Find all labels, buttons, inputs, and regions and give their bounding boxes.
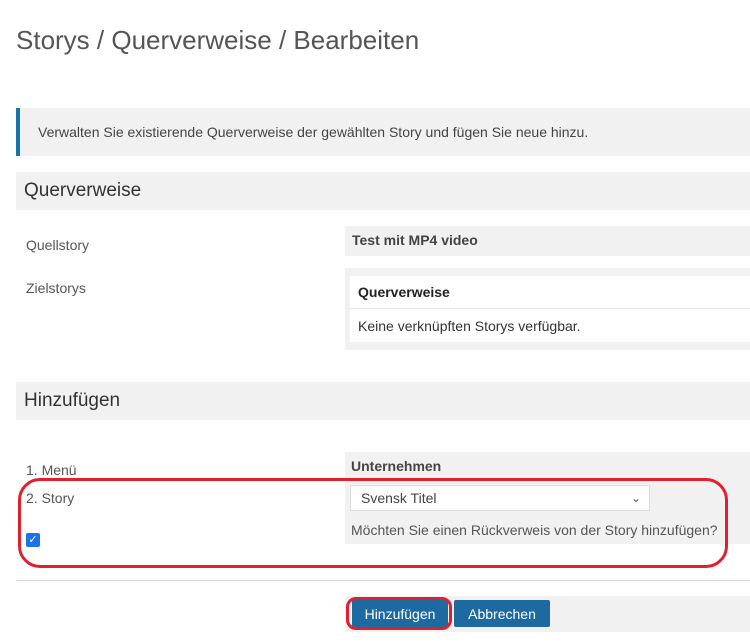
chevron-down-icon: ⌄: [630, 491, 641, 505]
backref-question: Möchten Sie einen Rückverweis von der St…: [351, 522, 718, 538]
source-story-value: Test mit MP4 video: [352, 232, 478, 248]
cancel-button[interactable]: Abbrechen: [454, 600, 550, 627]
crossrefs-card-title: Querverweise: [350, 276, 750, 309]
add-heading: Hinzufügen: [16, 382, 750, 420]
crossrefs-empty-text: Keine verknüpften Storys verfügbar.: [358, 318, 581, 334]
info-banner: Verwalten Sie existierende Querverweise …: [16, 108, 750, 156]
menu-value: Unternehmen: [351, 458, 442, 474]
source-story-strip: Test mit MP4 video: [345, 226, 750, 256]
source-story-label: Quellstory: [26, 237, 90, 253]
story-select[interactable]: Svensk Titel ⌄: [350, 485, 650, 511]
add-button[interactable]: Hinzufügen: [352, 600, 448, 627]
page-title: Storys / Querverweise / Bearbeiten: [16, 25, 420, 56]
menu-label: 1. Menü: [26, 462, 77, 478]
crossrefs-card: Querverweise Keine verknüpften Storys ve…: [350, 276, 750, 342]
divider: [16, 580, 750, 581]
check-icon: ✓: [28, 534, 38, 546]
crossrefs-heading: Querverweise: [16, 172, 750, 210]
story-label: 2. Story: [26, 490, 75, 506]
backref-checkbox[interactable]: ✓: [26, 533, 40, 547]
target-stories-label: Zielstorys: [26, 280, 86, 296]
story-select-value: Svensk Titel: [361, 490, 437, 506]
